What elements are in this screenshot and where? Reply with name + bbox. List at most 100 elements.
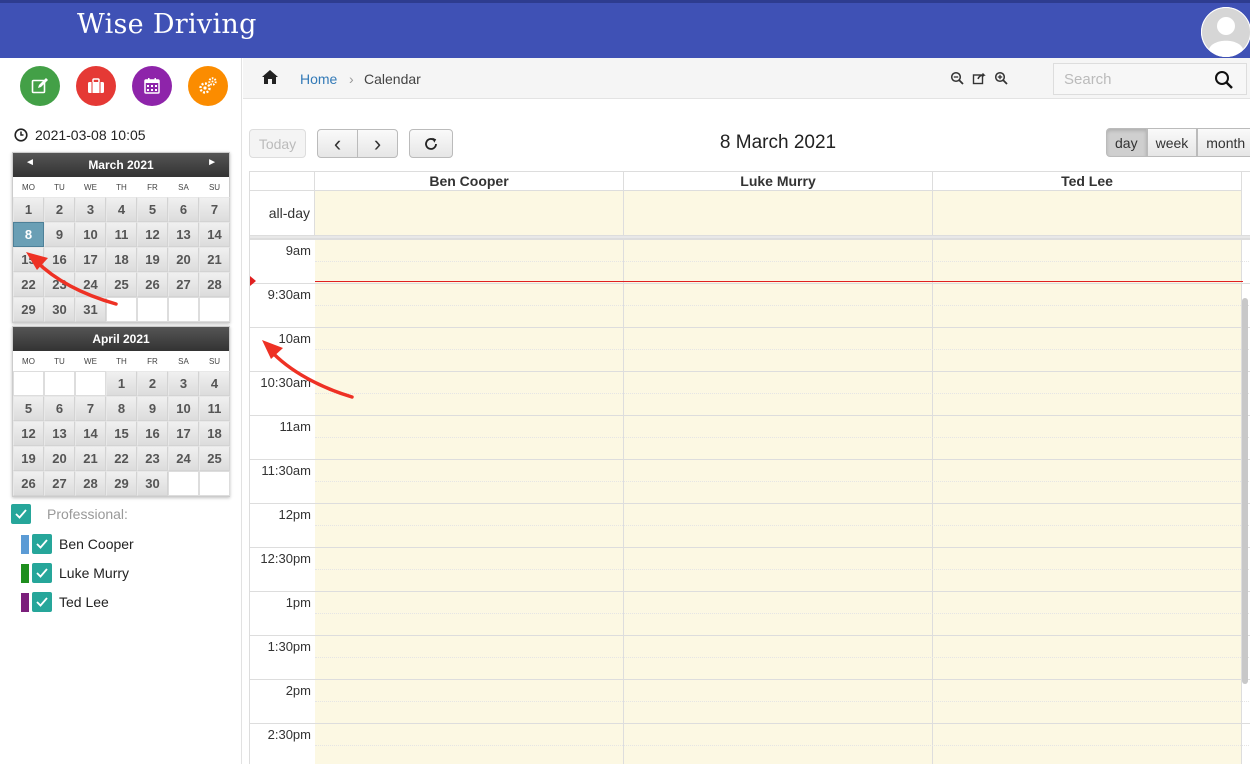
day-cell[interactable]: 25	[106, 272, 137, 297]
day-cell[interactable]: 24	[168, 446, 199, 471]
day-cell[interactable]: 11	[106, 222, 137, 247]
day-cell[interactable]: 7	[75, 396, 106, 421]
day-cell[interactable]: 16	[137, 421, 168, 446]
day-cell[interactable]: 13	[44, 421, 75, 446]
day-cell[interactable]: 22	[106, 446, 137, 471]
day-cell[interactable]: 3	[168, 371, 199, 396]
day-cell[interactable]: 6	[44, 396, 75, 421]
day-cell[interactable]: 23	[137, 446, 168, 471]
day-cell[interactable]: 5	[137, 197, 168, 222]
day-cell[interactable]: 2	[137, 371, 168, 396]
day-cell[interactable]: 17	[75, 247, 106, 272]
day-cell[interactable]: 20	[44, 446, 75, 471]
day-cell[interactable]: 24	[75, 272, 106, 297]
edit-button[interactable]	[20, 66, 60, 106]
day-cell[interactable]: 15	[106, 421, 137, 446]
zoom-in-icon[interactable]	[994, 71, 1008, 85]
all-day-cell[interactable]	[933, 191, 1242, 235]
professional-checkbox[interactable]	[32, 563, 52, 583]
day-cell[interactable]: 4	[199, 371, 230, 396]
time-grid: 9am 9:30am 10am 10:30am 11am 11:30am 12pm 12:30…	[250, 239, 1250, 764]
search-icon[interactable]	[1214, 70, 1234, 95]
day-cell[interactable]: 3	[75, 197, 106, 222]
day-cell[interactable]: 11	[199, 396, 230, 421]
professional-item[interactable]: Ted Lee	[21, 592, 109, 612]
view-day-button[interactable]: day	[1106, 128, 1147, 157]
resource-column[interactable]	[315, 239, 624, 764]
day-cell[interactable]: 23	[44, 272, 75, 297]
brand-title[interactable]: Wise Driving	[77, 9, 257, 40]
day-cell[interactable]: 30	[137, 471, 168, 496]
settings-button[interactable]	[188, 66, 228, 106]
day-cell[interactable]: 12	[137, 222, 168, 247]
day-cell[interactable]: 28	[75, 471, 106, 496]
professional-all-checkbox[interactable]	[11, 504, 31, 524]
day-cell[interactable]: 18	[106, 247, 137, 272]
refresh-button[interactable]	[409, 129, 453, 158]
day-cell[interactable]: 30	[44, 297, 75, 322]
professional-checkbox[interactable]	[32, 592, 52, 612]
day-cell[interactable]: 4	[106, 197, 137, 222]
mini-calendar-next-button[interactable]: ►	[207, 157, 217, 168]
day-cell[interactable]: 21	[199, 247, 230, 272]
day-cell[interactable]: 27	[44, 471, 75, 496]
weekday-label: TU	[54, 182, 65, 192]
day-cell[interactable]: 10	[168, 396, 199, 421]
today-button[interactable]: Today	[249, 129, 306, 158]
day-cell[interactable]: 21	[75, 446, 106, 471]
day-cell[interactable]: 10	[75, 222, 106, 247]
all-day-cell[interactable]	[315, 191, 624, 235]
day-cell[interactable]: 9	[44, 222, 75, 247]
day-cell[interactable]: 29	[13, 297, 44, 322]
selected-day-cell[interactable]: 8	[13, 222, 44, 247]
view-week-button[interactable]: week	[1146, 128, 1198, 157]
day-cell[interactable]: 17	[168, 421, 199, 446]
day-cell[interactable]: 18	[199, 421, 230, 446]
day-cell[interactable]: 7	[199, 197, 230, 222]
search-input[interactable]	[1054, 64, 1214, 94]
day-cell[interactable]: 19	[13, 446, 44, 471]
day-cell[interactable]: 31	[75, 297, 106, 322]
zoom-out-icon[interactable]	[950, 71, 964, 85]
view-month-button[interactable]: month	[1197, 128, 1250, 157]
day-cell[interactable]: 16	[44, 247, 75, 272]
day-cell[interactable]: 14	[199, 222, 230, 247]
professional-checkbox[interactable]	[32, 534, 52, 554]
day-cell[interactable]: 26	[137, 272, 168, 297]
day-cell[interactable]: 1	[13, 197, 44, 222]
day-cell[interactable]: 20	[168, 247, 199, 272]
day-cell[interactable]: 27	[168, 272, 199, 297]
day-cell[interactable]: 26	[13, 471, 44, 496]
day-cell[interactable]: 2	[44, 197, 75, 222]
all-day-cell[interactable]	[624, 191, 933, 235]
day-cell[interactable]: 13	[168, 222, 199, 247]
share-icon[interactable]	[972, 71, 986, 85]
day-cell[interactable]: 22	[13, 272, 44, 297]
next-button[interactable]: ›	[357, 129, 398, 158]
day-cell[interactable]: 6	[168, 197, 199, 222]
day-cell[interactable]: 1	[106, 371, 137, 396]
mini-calendar-prev-button[interactable]: ◄	[25, 157, 35, 168]
calendar-scrollbar[interactable]	[1242, 298, 1248, 684]
day-cell[interactable]: 29	[106, 471, 137, 496]
resource-column[interactable]	[624, 239, 933, 764]
day-cell[interactable]: 28	[199, 272, 230, 297]
breadcrumb-home-link[interactable]: Home	[300, 71, 337, 87]
day-cell[interactable]: 9	[137, 396, 168, 421]
resource-column[interactable]	[933, 239, 1242, 764]
calendar-button[interactable]	[132, 66, 172, 106]
day-cell[interactable]: 15	[13, 247, 44, 272]
day-cell[interactable]: 8	[106, 396, 137, 421]
briefcase-button[interactable]	[76, 66, 116, 106]
day-cell[interactable]: 12	[13, 421, 44, 446]
day-cell[interactable]: 5	[13, 396, 44, 421]
day-cell[interactable]: 14	[75, 421, 106, 446]
datetime-text: 2021-03-08 10:05	[35, 127, 146, 143]
home-icon[interactable]	[261, 69, 279, 90]
user-avatar-icon[interactable]	[1201, 7, 1250, 57]
day-cell[interactable]: 19	[137, 247, 168, 272]
professional-item[interactable]: Luke Murry	[21, 563, 129, 583]
professional-item[interactable]: Ben Cooper	[21, 534, 134, 554]
day-cell[interactable]: 25	[199, 446, 230, 471]
prev-button[interactable]: ‹	[317, 129, 358, 158]
